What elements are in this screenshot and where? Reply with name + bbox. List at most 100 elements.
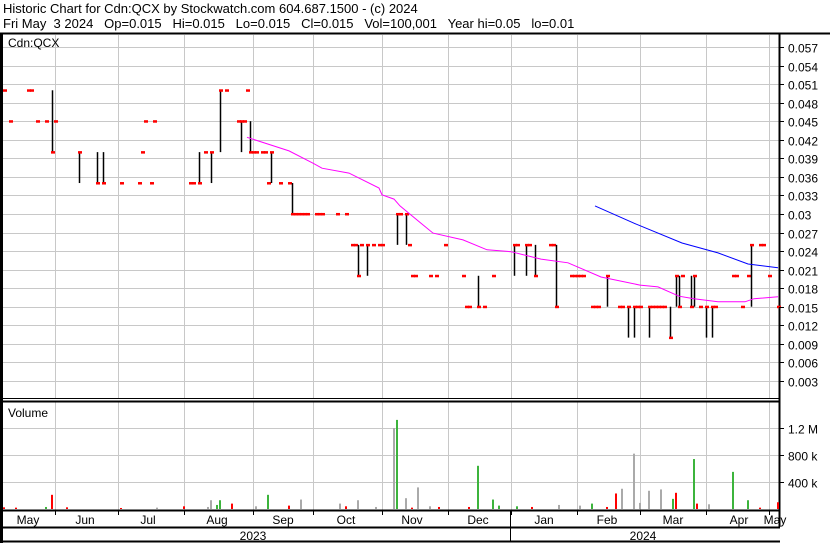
- month-label: Jul: [140, 513, 155, 527]
- close-tick: [78, 151, 82, 154]
- volume-bar: [288, 505, 290, 509]
- volume-bar: [777, 502, 779, 509]
- close-tick: [372, 243, 376, 247]
- volume-bar: [639, 502, 641, 509]
- volume-bar: [708, 504, 710, 509]
- price-tick-label: 0.021: [788, 265, 818, 279]
- close-tick: [399, 212, 403, 216]
- close-tick: [150, 182, 154, 185]
- volume-bar: [615, 493, 617, 509]
- volume-tick-label: 400 k: [788, 477, 818, 491]
- price-tick-label: 0.018: [788, 283, 818, 297]
- close-tick: [3, 89, 7, 92]
- volume-bar: [492, 499, 494, 509]
- volume-bar: [648, 490, 650, 509]
- close-tick: [102, 182, 106, 185]
- volume-bar: [3, 507, 5, 509]
- close-tick: [357, 274, 361, 278]
- close-tick: [621, 305, 625, 309]
- volume-bar: [210, 500, 212, 509]
- price-tick-label: 0.051: [788, 79, 818, 93]
- volume-bar: [675, 492, 677, 509]
- close-tick: [360, 243, 364, 247]
- close-tick: [483, 305, 487, 309]
- volume-bar: [339, 503, 341, 509]
- close-tick: [141, 151, 145, 154]
- close-tick: [45, 120, 49, 123]
- volume-tick-label: 1.2 M: [788, 423, 818, 437]
- close-tick: [429, 274, 433, 278]
- month-label: Jun: [75, 513, 94, 527]
- volume-bar: [357, 500, 359, 509]
- month-label: Nov: [401, 513, 422, 527]
- month-label: Aug: [206, 513, 227, 527]
- close-tick: [444, 243, 448, 247]
- month-axis: May Jun Jul Aug Sep Oct Nov Dec Jan Feb Mar Apr May: [17, 511, 786, 527]
- close-tick: [210, 151, 214, 154]
- close-tick: [750, 243, 754, 247]
- volume-bar: [120, 507, 122, 509]
- year-label-2024: 2024: [630, 529, 657, 543]
- price-tick-label: 0.054: [788, 61, 818, 75]
- price-tick-label: 0.057: [788, 42, 818, 56]
- close-tick: [690, 305, 694, 309]
- price-volume-chart: Cdn:QCX Volume 0.057 0.054 0.051 0.048 0.045…: [0, 32, 830, 543]
- close-tick: [270, 151, 274, 154]
- close-tick: [606, 274, 610, 278]
- volume-bar: [579, 505, 581, 509]
- close-tick: [678, 305, 682, 309]
- close-tick: [555, 305, 559, 309]
- close-tick: [243, 120, 247, 123]
- volume-bar: [660, 489, 662, 509]
- month-label: Oct: [337, 513, 356, 527]
- close-tick: [354, 243, 358, 247]
- close-tick: [246, 89, 250, 92]
- close-tick: [198, 182, 202, 185]
- volume-tick-label: 800 k: [788, 450, 818, 464]
- close-tick: [735, 274, 739, 278]
- month-label: Apr: [730, 513, 749, 527]
- month-label: Feb: [597, 513, 618, 527]
- close-tick: [264, 151, 268, 154]
- volume-bar: [672, 498, 674, 509]
- close-tick: [768, 274, 772, 278]
- close-tick: [345, 212, 349, 216]
- volume-axis: 1.2 M 800 k 400 k: [779, 423, 818, 491]
- close-tick: [279, 182, 283, 185]
- month-label: May: [17, 513, 40, 527]
- price-tick-label: 0.012: [788, 320, 818, 334]
- close-tick: [381, 243, 385, 247]
- price-tick-label: 0.027: [788, 228, 818, 242]
- price-tick-label: 0.03: [788, 209, 812, 223]
- close-tick: [693, 274, 697, 278]
- close-tick: [435, 274, 439, 278]
- close-tick: [552, 243, 556, 247]
- volume-bar: [255, 506, 257, 509]
- close-tick: [681, 274, 685, 278]
- volume-bar: [591, 503, 593, 509]
- volume-bar: [732, 471, 734, 509]
- close-tick: [306, 212, 310, 216]
- volume-bar: [429, 506, 431, 509]
- close-tick: [219, 89, 223, 92]
- close-tick: [54, 120, 58, 123]
- volume-bar: [66, 507, 68, 509]
- volume-label: Volume: [8, 406, 48, 420]
- volume-bar: [15, 507, 17, 509]
- close-tick: [225, 89, 229, 92]
- volume-bar: [411, 507, 413, 509]
- price-tick-label: 0.042: [788, 135, 818, 149]
- volume-bar: [396, 419, 398, 509]
- price-tick-label: 0.024: [788, 246, 818, 260]
- volume-bar: [216, 504, 218, 509]
- price-tick-label: 0.039: [788, 153, 818, 167]
- close-tick: [30, 89, 34, 92]
- close-tick: [153, 120, 157, 123]
- volume-bar: [498, 505, 500, 509]
- close-tick: [138, 182, 142, 185]
- close-tick: [204, 151, 208, 154]
- close-tick: [516, 243, 520, 247]
- month-label: Mar: [663, 513, 684, 527]
- volume-bar: [477, 465, 479, 509]
- volume-bar: [300, 499, 302, 509]
